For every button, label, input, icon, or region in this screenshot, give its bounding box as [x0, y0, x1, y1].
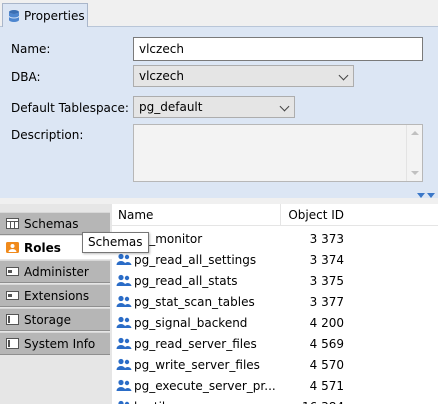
table-row[interactable]: pg_stat_scan_tables 3 377 — [112, 291, 438, 312]
role-object-id: 3 377 — [309, 294, 344, 309]
role-group-icon — [116, 337, 132, 349]
role-name: pg_read_all_settings — [134, 252, 257, 267]
role-group-icon — [116, 295, 132, 307]
role-group-icon — [116, 379, 132, 391]
nav-item-extensions[interactable]: Extensions — [0, 284, 110, 307]
chevron-down-icon — [279, 101, 290, 112]
role-object-id: 4 200 — [309, 315, 344, 330]
table-row[interactable]: pg_read_all_stats 3 375 — [112, 270, 438, 291]
role-name: pg_monitor — [134, 231, 203, 246]
role-group-icon — [116, 274, 132, 286]
role-name: pg_read_all_stats — [134, 273, 238, 288]
description-field[interactable] — [133, 124, 423, 182]
role-object-id: 4 570 — [309, 357, 344, 372]
administer-icon — [6, 267, 19, 276]
column-header-object-id[interactable]: Object ID — [282, 204, 344, 226]
nav-label: Extensions — [24, 288, 90, 303]
tablespace-label: Default Tablespace: — [11, 101, 129, 115]
properties-panel: Name: vlczech DBA: vlczech Default Table… — [0, 27, 438, 198]
description-label: Description: — [11, 128, 84, 142]
table-row[interactable]: pg_read_all_settings 3 374 — [112, 249, 438, 270]
table-row[interactable]: hartik16 384 — [112, 396, 438, 404]
role-object-id: 16 384 — [282, 400, 344, 404]
name-field[interactable]: vlczech — [133, 37, 423, 61]
table-row[interactable]: pg_execute_server_pr... 4 571 — [112, 375, 438, 396]
table-header: Name Object ID — [112, 204, 438, 226]
dba-select[interactable]: vlczech — [133, 65, 354, 87]
dba-value: vlczech — [139, 69, 184, 83]
storage-icon — [6, 314, 19, 325]
table-row[interactable]: pg_signal_backend 4 200 — [112, 312, 438, 333]
role-object-id: 3 374 — [309, 252, 344, 267]
tablespace-select[interactable]: pg_default — [133, 96, 295, 118]
system-info-icon — [6, 338, 19, 349]
table-row[interactable]: pg_write_server_files 4 570 — [112, 354, 438, 375]
database-icon — [8, 10, 20, 22]
role-group-icon — [118, 400, 130, 404]
nav-label: Schemas — [24, 216, 79, 231]
nav-label: Administer — [24, 264, 89, 279]
nav-item-system-info[interactable]: System Info — [0, 332, 110, 355]
nav-label: Roles — [24, 240, 61, 255]
role-object-id: 3 373 — [309, 231, 344, 246]
chevron-down-icon — [338, 70, 349, 81]
table-row[interactable]: pg_monitor 3 373 — [112, 228, 438, 249]
table-row[interactable]: pg_read_server_files 4 569 — [112, 333, 438, 354]
column-header-name[interactable]: Name — [118, 204, 153, 226]
role-group-icon — [116, 253, 132, 265]
tablespace-value: pg_default — [139, 100, 203, 114]
column-divider[interactable] — [280, 204, 281, 226]
role-object-id: 4 571 — [309, 378, 344, 393]
role-name: pg_read_server_files — [134, 336, 257, 351]
roles-icon — [6, 242, 19, 253]
tooltip: Schemas — [82, 232, 149, 253]
description-scrollbar[interactable] — [406, 125, 422, 181]
role-name: pg_signal_backend — [134, 315, 248, 330]
role-name: hartik — [134, 400, 280, 404]
scroll-down-icon[interactable] — [411, 171, 419, 175]
nav-item-administer[interactable]: Administer — [0, 260, 110, 283]
nav-item-storage[interactable]: Storage — [0, 308, 110, 331]
extensions-icon — [6, 291, 19, 300]
nav-label: Storage — [24, 312, 71, 327]
tab-properties[interactable]: Properties — [2, 3, 88, 28]
dba-label: DBA: — [11, 70, 41, 84]
tab-label: Properties — [24, 9, 85, 23]
schema-icon — [6, 218, 19, 229]
tab-strip: Properties — [0, 0, 438, 28]
role-group-icon — [116, 316, 132, 328]
role-object-id: 3 375 — [309, 273, 344, 288]
role-group-icon — [116, 358, 132, 370]
role-name: pg_write_server_files — [134, 357, 260, 372]
scroll-up-icon[interactable] — [411, 131, 419, 135]
name-label: Name: — [11, 42, 51, 56]
role-name: pg_stat_scan_tables — [134, 294, 255, 309]
roles-table[interactable]: Name Object ID pg_monitor 3 373 pg_read_al… — [112, 204, 438, 404]
role-object-id: 4 569 — [309, 336, 344, 351]
role-name: pg_execute_server_pr... — [134, 378, 276, 393]
nav-label: System Info — [24, 336, 96, 351]
